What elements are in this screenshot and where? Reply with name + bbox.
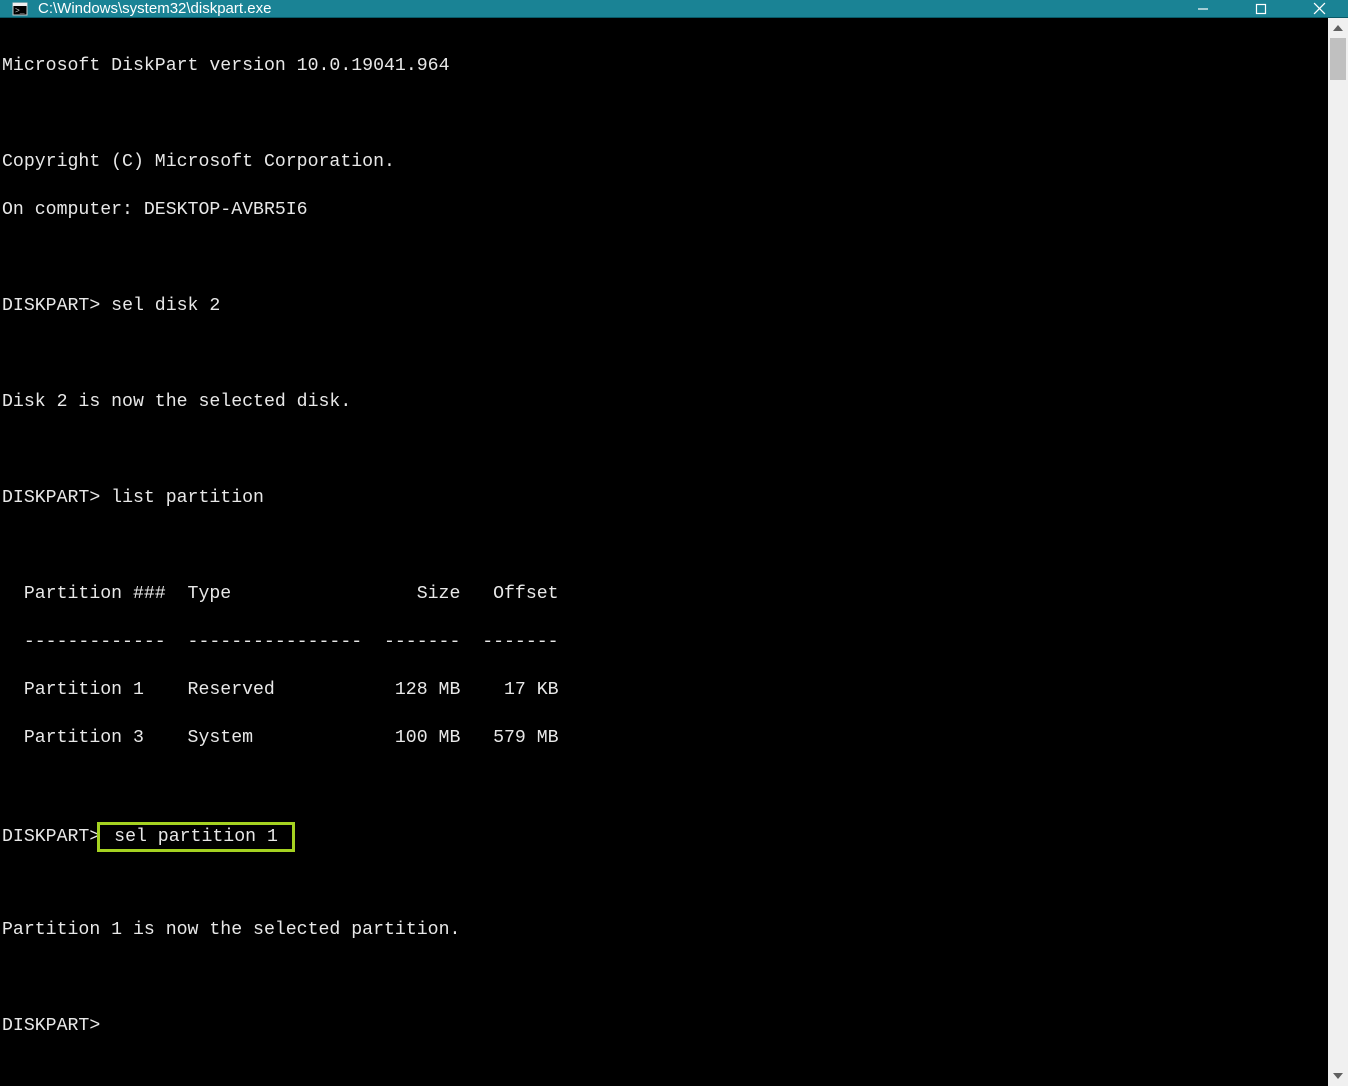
output-line (2, 774, 1328, 798)
output-line (2, 870, 1328, 894)
scroll-down-button[interactable] (1328, 1066, 1348, 1086)
output-line: On computer: DESKTOP-AVBR5I6 (2, 198, 1328, 222)
command-input: sel disk 2 (100, 296, 220, 316)
command-input: list partition (100, 488, 264, 508)
prompt-line: DISKPART> list partition (2, 486, 1328, 510)
console-window: >_ C:\Windows\system32\diskpart.exe Micr… (0, 0, 1348, 766)
terminal-output[interactable]: Microsoft DiskPart version 10.0.19041.96… (0, 18, 1328, 1086)
window-controls (1174, 0, 1348, 17)
prompt: DISKPART> (2, 296, 100, 316)
output-line: Disk 2 is now the selected disk. (2, 390, 1328, 414)
col-offset: Offset (471, 582, 569, 606)
minimize-button[interactable] (1174, 0, 1232, 17)
prompt: DISKPART> (2, 1016, 100, 1036)
scroll-up-button[interactable] (1328, 18, 1348, 38)
table-row: Partition 3System100 MB579 MB (2, 726, 1328, 750)
highlighted-command: sel partition 1 (97, 822, 295, 852)
prompt: DISKPART> (2, 488, 100, 508)
col-size: Size (373, 582, 471, 606)
terminal-area: Microsoft DiskPart version 10.0.19041.96… (0, 17, 1348, 1086)
prompt-line: DISKPART> (2, 1014, 1328, 1038)
cell-size: 100 MB (373, 726, 471, 750)
cell-offset: 17 KB (471, 678, 569, 702)
prompt-line: DISKPART> sel disk 2 (2, 294, 1328, 318)
titlebar[interactable]: >_ C:\Windows\system32\diskpart.exe (0, 0, 1348, 17)
app-icon: >_ (12, 1, 28, 17)
output-line (2, 342, 1328, 366)
cell-type: System (188, 726, 374, 750)
output-line: Copyright (C) Microsoft Corporation. (2, 150, 1328, 174)
cell-type: Reserved (188, 678, 374, 702)
command-input: sel partition 1 (103, 827, 289, 847)
window-title: C:\Windows\system32\diskpart.exe (38, 0, 1174, 17)
svg-text:>_: >_ (15, 7, 25, 16)
col-type: Type (188, 582, 374, 606)
output-line (2, 534, 1328, 558)
cell-partition: Partition 1 (24, 678, 188, 702)
cell-partition: Partition 3 (24, 726, 188, 750)
output-line (2, 246, 1328, 270)
table-row: Partition 1Reserved128 MB17 KB (2, 678, 1328, 702)
scroll-thumb[interactable] (1330, 38, 1346, 80)
table-divider: ----------------------------------------… (2, 630, 1328, 654)
output-line (2, 438, 1328, 462)
output-line: Partition 1 is now the selected partitio… (2, 918, 1328, 942)
col-partition: Partition ### (24, 582, 188, 606)
vertical-scrollbar[interactable] (1328, 18, 1348, 1086)
output-line: Microsoft DiskPart version 10.0.19041.96… (2, 54, 1328, 78)
cell-offset: 579 MB (471, 726, 569, 750)
close-button[interactable] (1290, 0, 1348, 17)
prompt-line: DISKPART> sel partition 1 (2, 822, 1328, 846)
table-header: Partition ###TypeSizeOffset (2, 582, 1328, 606)
cell-size: 128 MB (373, 678, 471, 702)
output-line (2, 966, 1328, 990)
output-line (2, 102, 1328, 126)
maximize-button[interactable] (1232, 0, 1290, 17)
prompt: DISKPART> (2, 827, 100, 847)
